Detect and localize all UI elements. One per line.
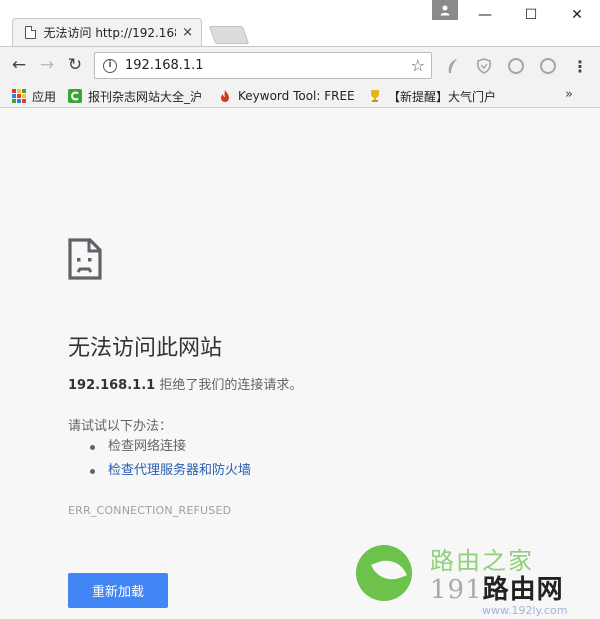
bookmark-apps-label: 应用 xyxy=(32,89,57,104)
new-tab-button[interactable] xyxy=(208,26,250,44)
page-icon xyxy=(25,26,36,39)
bookmark-item[interactable]: Keyword Tool: FREE xyxy=(218,87,356,105)
title-bar: 无法访问 http://192.168.1.1 × — ☐ ✕ xyxy=(0,0,600,46)
address-bar[interactable]: i 192.168.1.1 ☆ xyxy=(94,52,432,79)
watermark-line2-suffix: 路由网 xyxy=(482,575,564,605)
suggestion-check-proxy-link[interactable]: 检查代理服务器和防火墙 xyxy=(90,461,251,485)
suggestion-check-network: 检查网络连接 xyxy=(90,437,251,461)
suggestions-list: 检查网络连接 检查代理服务器和防火墙 xyxy=(90,437,251,485)
error-description: 192.168.1.1 拒绝了我们的连接请求。 xyxy=(68,374,302,393)
blocked-icon[interactable] xyxy=(538,56,558,76)
watermark-logo-icon xyxy=(356,545,412,601)
feather-icon[interactable] xyxy=(443,56,463,76)
sad-document-icon xyxy=(68,238,102,280)
trophy-icon xyxy=(371,90,379,102)
more-bookmarks-chevron-icon[interactable]: » xyxy=(565,87,573,102)
shield-icon[interactable] xyxy=(474,56,494,76)
url-text[interactable]: 192.168.1.1 xyxy=(125,58,411,73)
blocked-icon[interactable] xyxy=(506,56,526,76)
forward-button[interactable]: → xyxy=(36,54,58,76)
tab-close-icon[interactable]: × xyxy=(182,25,193,40)
suggestions-heading: 请试试以下办法： xyxy=(68,419,173,434)
bookmark-apps[interactable]: 应用 xyxy=(12,87,56,105)
toolbar: ← → ↻ i 192.168.1.1 ☆ ⋮ xyxy=(0,46,600,84)
error-description-text: 拒绝了我们的连接请求。 xyxy=(155,378,303,393)
bookmarks-bar: 应用 报刊杂志网站大全_沪 Keyword Tool: FREE 【新提醒】大气… xyxy=(0,84,600,108)
watermark: 路由之家 191路由网 www.192ly.com xyxy=(352,537,600,619)
close-window-button[interactable]: ✕ xyxy=(554,0,600,30)
bookmark-label: 【新提醒】大气门户 xyxy=(388,89,497,104)
bookmark-item[interactable]: 【新提醒】大气门户 xyxy=(368,87,508,105)
menu-icon[interactable]: ⋮ xyxy=(570,55,590,77)
reload-icon-button[interactable]: ↻ xyxy=(64,54,86,76)
maximize-button[interactable]: ☐ xyxy=(508,0,554,30)
error-code: ERR_CONNECTION_REFUSED xyxy=(68,504,232,517)
tab-title: 无法访问 http://192.168.1.1 xyxy=(43,26,177,40)
error-title: 无法访问此网站 xyxy=(68,336,223,361)
profile-button[interactable] xyxy=(432,0,458,20)
error-host: 192.168.1.1 xyxy=(68,378,156,393)
bookmark-label: Keyword Tool: FREE xyxy=(238,89,355,103)
error-page: 无法访问此网站 192.168.1.1 拒绝了我们的连接请求。 请试试以下办法：… xyxy=(0,109,600,619)
minimize-button[interactable]: — xyxy=(462,0,508,30)
watermark-line2-prefix: 191 xyxy=(430,575,483,605)
apps-grid-icon xyxy=(12,89,26,103)
person-icon xyxy=(440,5,450,16)
browser-tab[interactable]: 无法访问 http://192.168.1.1 × xyxy=(12,18,202,46)
watermark-url: www.192ly.com xyxy=(482,604,568,617)
bookmark-star-icon[interactable]: ☆ xyxy=(411,56,425,75)
green-c-icon xyxy=(68,89,82,103)
watermark-line2: 191路由网 xyxy=(430,569,564,606)
back-button[interactable]: ← xyxy=(8,54,30,76)
info-icon[interactable]: i xyxy=(103,58,117,73)
flame-icon xyxy=(221,90,229,102)
bookmark-item[interactable]: 报刊杂志网站大全_沪 xyxy=(68,87,206,105)
bookmark-label: 报刊杂志网站大全_沪 xyxy=(88,89,203,104)
reload-button[interactable]: 重新加载 xyxy=(68,573,168,608)
